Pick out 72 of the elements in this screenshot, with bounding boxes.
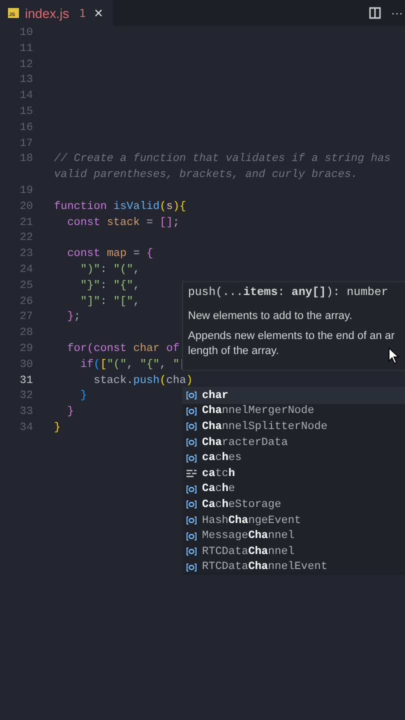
line-number: 30: [18, 358, 33, 373]
variable-icon: [186, 438, 197, 448]
line-number: 21: [18, 216, 33, 231]
suggestion-item[interactable]: ChannelSplitterNode: [182, 419, 405, 435]
variable-icon: [186, 484, 197, 494]
close-tab-button[interactable]: ×: [92, 6, 105, 20]
variable-icon: [186, 532, 197, 541]
code-line: }: [54, 420, 61, 436]
variable-icon: [186, 562, 197, 572]
line-number: 16: [18, 120, 33, 136]
suggestion-item[interactable]: char: [182, 388, 405, 404]
code-line: for(const char of: [66, 342, 180, 357]
code-line: }: [79, 389, 88, 404]
line-number: 18: [18, 152, 33, 168]
line-number: 10: [18, 26, 33, 41]
line-number: 23: [18, 247, 33, 262]
line-number: 17: [18, 136, 33, 152]
code-line: // Create a function that validates if a string has valid parentheses, brackets, and curly braces.: [54, 152, 392, 184]
suggestion-item[interactable]: Cache: [182, 482, 405, 498]
line-number: 26: [18, 294, 33, 310]
doc-text: Appends new elements to the end of an ar: [188, 329, 395, 344]
line-number: 27: [18, 310, 33, 326]
suggestion-item[interactable]: CacheStorage: [182, 497, 405, 513]
code-line: ")": "(",: [79, 262, 140, 278]
line-number: 12: [18, 58, 33, 73]
problem-count: 1: [79, 6, 86, 20]
line-number: 33: [18, 405, 33, 420]
variable-icon: [186, 391, 197, 400]
line-number: 19: [18, 184, 33, 199]
suggestion-item[interactable]: CharacterData: [182, 434, 405, 450]
line-number: 29: [18, 342, 33, 357]
line-number: 14: [18, 89, 33, 104]
line-number: 28: [18, 326, 33, 342]
signature-text: push(...items: any[]): number: [188, 286, 388, 299]
suggestion-item[interactable]: ChannelMergerNode: [182, 404, 405, 420]
mouse-pointer-icon: [388, 347, 400, 365]
variable-icon: [186, 422, 197, 432]
keyword-icon: [186, 469, 197, 478]
suggestion-item[interactable]: caches: [182, 450, 405, 466]
line-number: 24: [18, 262, 33, 278]
tab-title: index.js: [25, 6, 70, 20]
suggestion-item[interactable]: MessageChannel: [182, 528, 405, 544]
code-line: function isValid(s){: [54, 200, 186, 215]
line-number: 31: [18, 374, 33, 389]
code-line: stack.push(cha): [92, 374, 193, 389]
suggestion-item[interactable]: HashChangeEvent: [182, 512, 405, 528]
code-line: "}": "{",: [79, 278, 140, 294]
more-actions-button[interactable]: ···: [391, 6, 405, 20]
line-number: 20: [18, 200, 33, 215]
line-number: 34: [18, 420, 33, 436]
line-number: 13: [18, 73, 33, 88]
code-line: "]": "[",: [79, 294, 140, 310]
line-number: 11: [18, 42, 33, 57]
doc-text: length of the array.: [188, 344, 279, 359]
suggestion-item[interactable]: catch: [182, 466, 405, 482]
line-number: 32: [18, 389, 33, 404]
parameter-doc: New elements to add to the array.: [188, 310, 352, 322]
variable-icon: [186, 500, 197, 510]
variable-icon: [186, 454, 197, 463]
code-line: const map = {: [66, 247, 154, 262]
code-line: }: [66, 405, 74, 420]
variable-icon: [186, 406, 197, 416]
line-number: 25: [18, 278, 33, 294]
variable-icon: [186, 516, 197, 526]
code-line: const stack = [];: [66, 216, 180, 231]
suggestion-item[interactable]: RTCDataChannel: [182, 544, 405, 560]
variable-icon: [186, 547, 197, 556]
split-editor-icon[interactable]: [369, 7, 381, 19]
code-line: };: [66, 310, 80, 326]
line-number: 15: [18, 104, 33, 120]
line-number: 22: [18, 231, 33, 246]
suggestion-item[interactable]: RTCDataChannelEvent: [182, 560, 405, 576]
